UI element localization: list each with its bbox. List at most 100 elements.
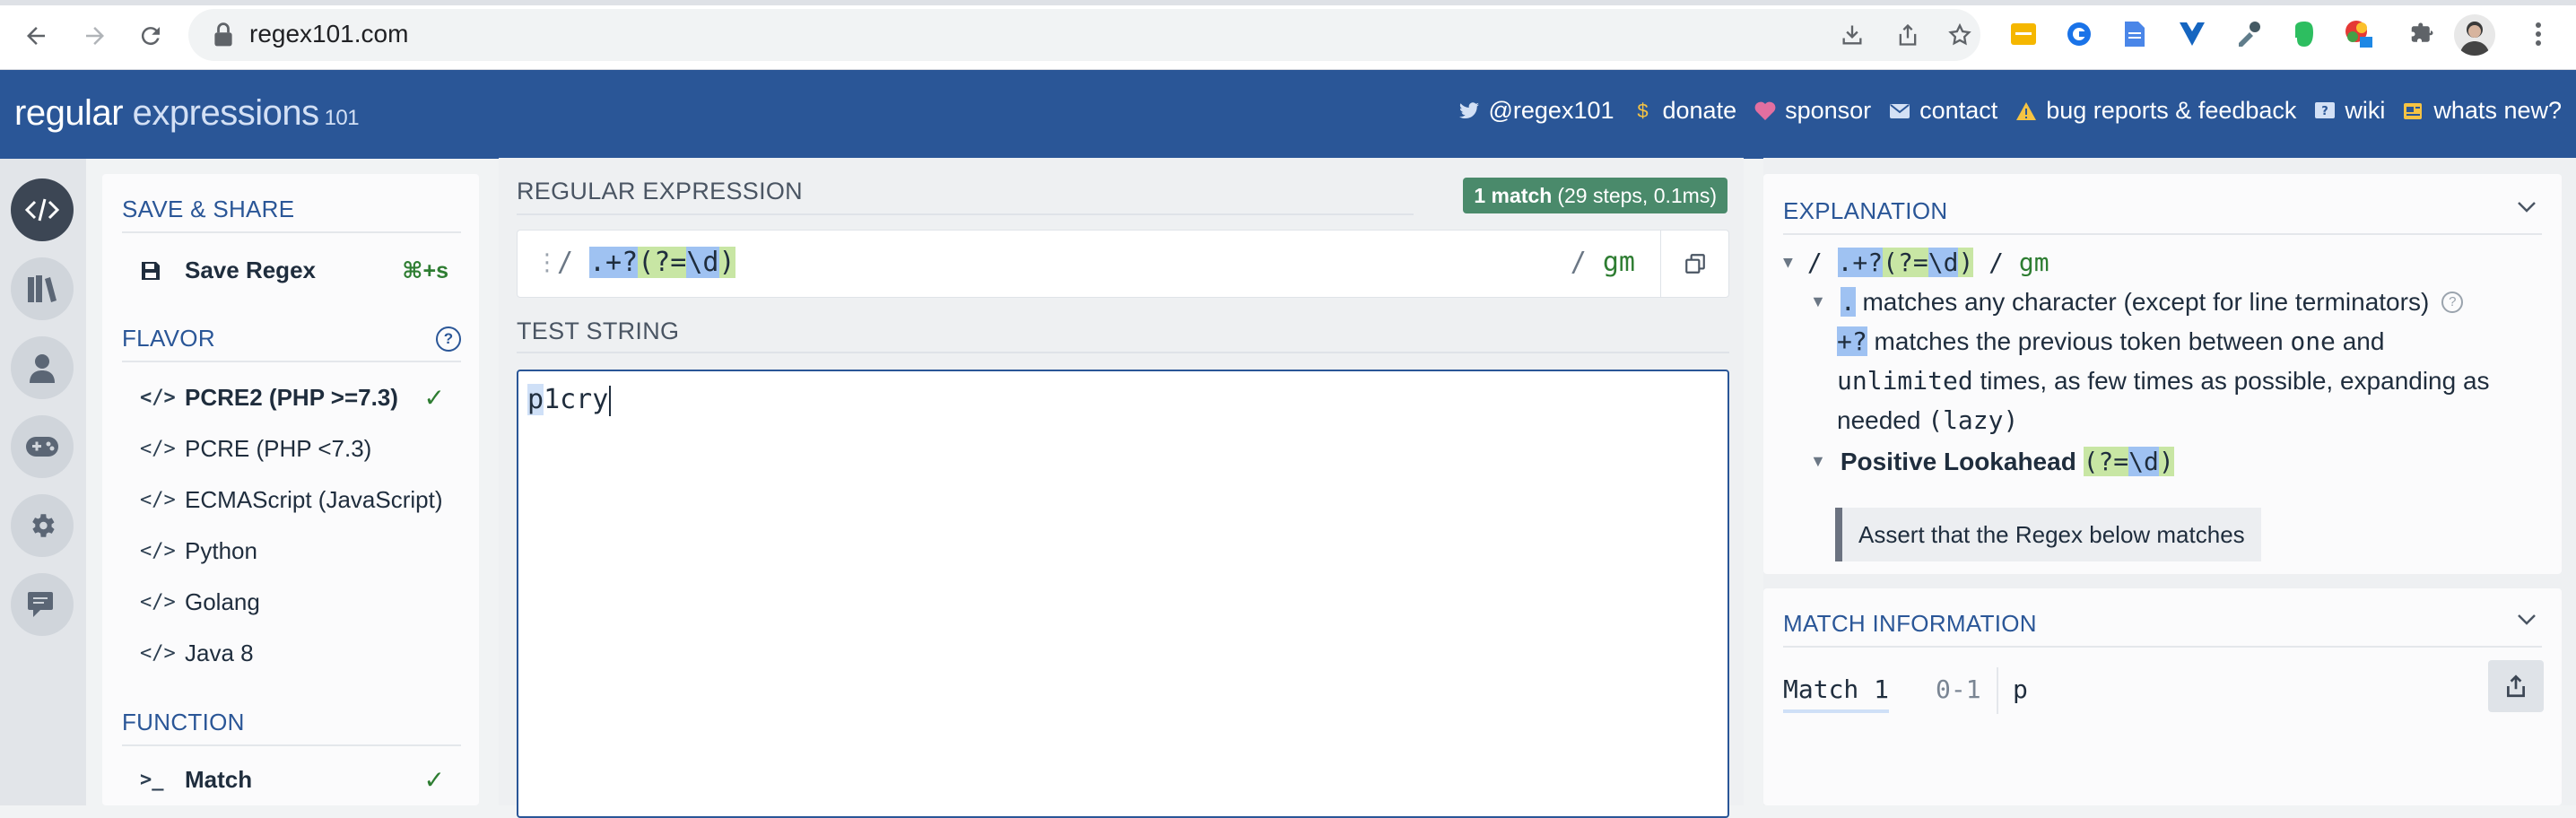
flavor-item-python[interactable]: </> Python — [140, 537, 257, 565]
help-icon[interactable]: ? — [2441, 291, 2464, 313]
match-label: Match 1 — [1783, 674, 1890, 713]
divider — [1997, 667, 1998, 714]
rail-account-button[interactable] — [11, 336, 74, 399]
extensions-menu-button[interactable] — [2404, 16, 2440, 52]
save-share-heading: SAVE & SHARE — [122, 196, 295, 222]
header-links: @regex101 $ donate sponsor contact bug r… — [1458, 97, 2562, 125]
root-token-digit: \d — [1928, 248, 1959, 277]
rail-editor-button[interactable] — [11, 178, 74, 241]
flavor-label: Golang — [185, 588, 260, 615]
star-icon — [1948, 22, 1971, 46]
gamepad-icon — [26, 437, 58, 457]
terminal-icon: >_ — [140, 769, 164, 791]
help-icon: ? — [2314, 100, 2336, 122]
export-matches-button[interactable] — [2488, 660, 2544, 712]
flavor-label: Java 8 — [185, 640, 254, 666]
lazy-description-cont: times, as few times as possible, expandi… — [1980, 366, 2490, 395]
code-icon: </> — [140, 642, 176, 665]
donate-link[interactable]: $ donate — [1632, 97, 1736, 125]
lookahead-close: ) — [2158, 447, 2174, 476]
arrow-right-icon — [86, 27, 104, 45]
explanation-dot[interactable]: ▼ . matches any character (except for li… — [1810, 287, 2464, 317]
share-button[interactable] — [1893, 20, 1923, 50]
extension-notes[interactable] — [2006, 16, 2041, 52]
match-steps: (29 steps, 0.1ms) — [1557, 183, 1717, 207]
chat-icon — [28, 592, 53, 617]
flavor-item-golang[interactable]: </> Golang — [140, 588, 260, 616]
extension-eyedropper[interactable] — [2230, 16, 2266, 52]
flavor-item-ecmascript[interactable]: </> ECMAScript (JavaScript) — [140, 486, 443, 514]
svg-text:?: ? — [2322, 105, 2329, 118]
regex-flags-button[interactable]: / gm — [1571, 247, 1635, 278]
back-button[interactable] — [16, 16, 56, 56]
copy-regex-button[interactable] — [1660, 231, 1728, 297]
contact-link-label: contact — [1919, 97, 1998, 124]
regex-pattern[interactable]: .+?(?=\d) — [589, 247, 735, 278]
extension-grammarly[interactable] — [2061, 16, 2097, 52]
site-logo[interactable]: regular expressions 101 — [14, 93, 360, 134]
extension-vue[interactable] — [2174, 16, 2210, 52]
drag-handle-icon[interactable]: ⋮ — [535, 248, 559, 276]
forward-button[interactable] — [75, 16, 115, 56]
twitter-link[interactable]: @regex101 — [1458, 97, 1614, 125]
code-icon: </> — [140, 438, 176, 460]
flavor-item-pcre2[interactable]: </> PCRE2 (PHP >=7.3) ✓ — [140, 384, 445, 412]
explanation-root[interactable]: ▼ / .+? (?= \d) / gm — [1783, 248, 2049, 277]
palette-icon — [2345, 21, 2372, 48]
profile-avatar[interactable] — [2454, 14, 2495, 56]
test-match-highlight: p — [527, 384, 544, 415]
extension-docs[interactable] — [2117, 16, 2153, 52]
function-item-match[interactable]: >_ Match ✓ — [140, 766, 445, 794]
checkmark-icon: ✓ — [423, 384, 445, 412]
code-icon: </> — [140, 591, 176, 614]
code-icon: </> — [140, 387, 176, 409]
explanation-lazy-line3: needed (lazy) — [1837, 405, 2018, 435]
flavor-item-java8[interactable]: </> Java 8 — [140, 640, 254, 667]
test-string-input[interactable]: p1cry — [517, 370, 1729, 818]
match-value: p — [2013, 674, 2028, 704]
root-token-lookahead-close: ) — [1958, 248, 1974, 277]
rail-chat-button[interactable] — [11, 573, 74, 636]
extension-c-icon — [2067, 22, 2091, 46]
flavor-help-icon[interactable]: ? — [436, 326, 461, 352]
flavor-item-pcre[interactable]: </> PCRE (PHP <7.3) — [140, 435, 371, 463]
rail-quiz-button[interactable] — [11, 415, 74, 478]
extension-colorpick[interactable] — [2341, 16, 2377, 52]
editor-area: REGULAR EXPRESSION 1 match (29 steps, 0.… — [499, 158, 1744, 818]
match-information-panel: MATCH INFORMATION Match 1 0-1 p — [1763, 588, 2562, 805]
install-button[interactable] — [1837, 20, 1867, 50]
text-caret — [609, 385, 612, 416]
save-regex-button[interactable]: Save Regex ⌘+s — [140, 257, 448, 284]
chevron-down-icon[interactable] — [2517, 196, 2537, 219]
sponsor-link[interactable]: sponsor — [1754, 97, 1871, 125]
function-label: Match — [185, 766, 253, 793]
root-delimiter: / — [1806, 248, 1823, 277]
bug-reports-link-label: bug reports & feedback — [2046, 97, 2297, 124]
lazy-token: +? — [1837, 326, 1867, 356]
extension-evernote[interactable] — [2285, 16, 2321, 52]
regex-input[interactable]: ⋮ / .+?(?=\d) / gm — [517, 230, 1729, 298]
whats-new-link[interactable]: whats new? — [2403, 97, 2562, 125]
browser-menu-button[interactable] — [2520, 16, 2556, 52]
address-bar[interactable]: regex101.com — [188, 9, 1980, 61]
root-delimiter-close: / — [1989, 248, 2005, 277]
evernote-icon — [2295, 22, 2313, 47]
rail-library-button[interactable] — [11, 257, 74, 320]
share-icon — [1899, 23, 1917, 46]
chevron-down-icon[interactable] — [2517, 608, 2537, 631]
root-flags: gm — [2018, 248, 2049, 277]
flavor-label: ECMAScript (JavaScript) — [185, 486, 443, 513]
more-vertical-icon — [2536, 22, 2541, 46]
explanation-lookahead[interactable]: ▼ Positive Lookahead (?=\d) — [1810, 447, 2174, 476]
explanation-heading: EXPLANATION — [1783, 197, 1948, 224]
contact-link[interactable]: contact — [1889, 97, 1997, 125]
pattern-token-lazy: .+? — [589, 247, 639, 278]
rail-settings-button[interactable] — [11, 494, 74, 557]
puzzle-icon — [2411, 22, 2433, 42]
reload-button[interactable] — [131, 16, 170, 56]
divider — [122, 744, 461, 746]
bug-reports-link[interactable]: bug reports & feedback — [2015, 97, 2296, 125]
wiki-link[interactable]: ? wiki — [2314, 97, 2385, 125]
regex-delimiter-close: / — [1570, 247, 1587, 278]
bookmark-button[interactable] — [1945, 20, 1975, 50]
